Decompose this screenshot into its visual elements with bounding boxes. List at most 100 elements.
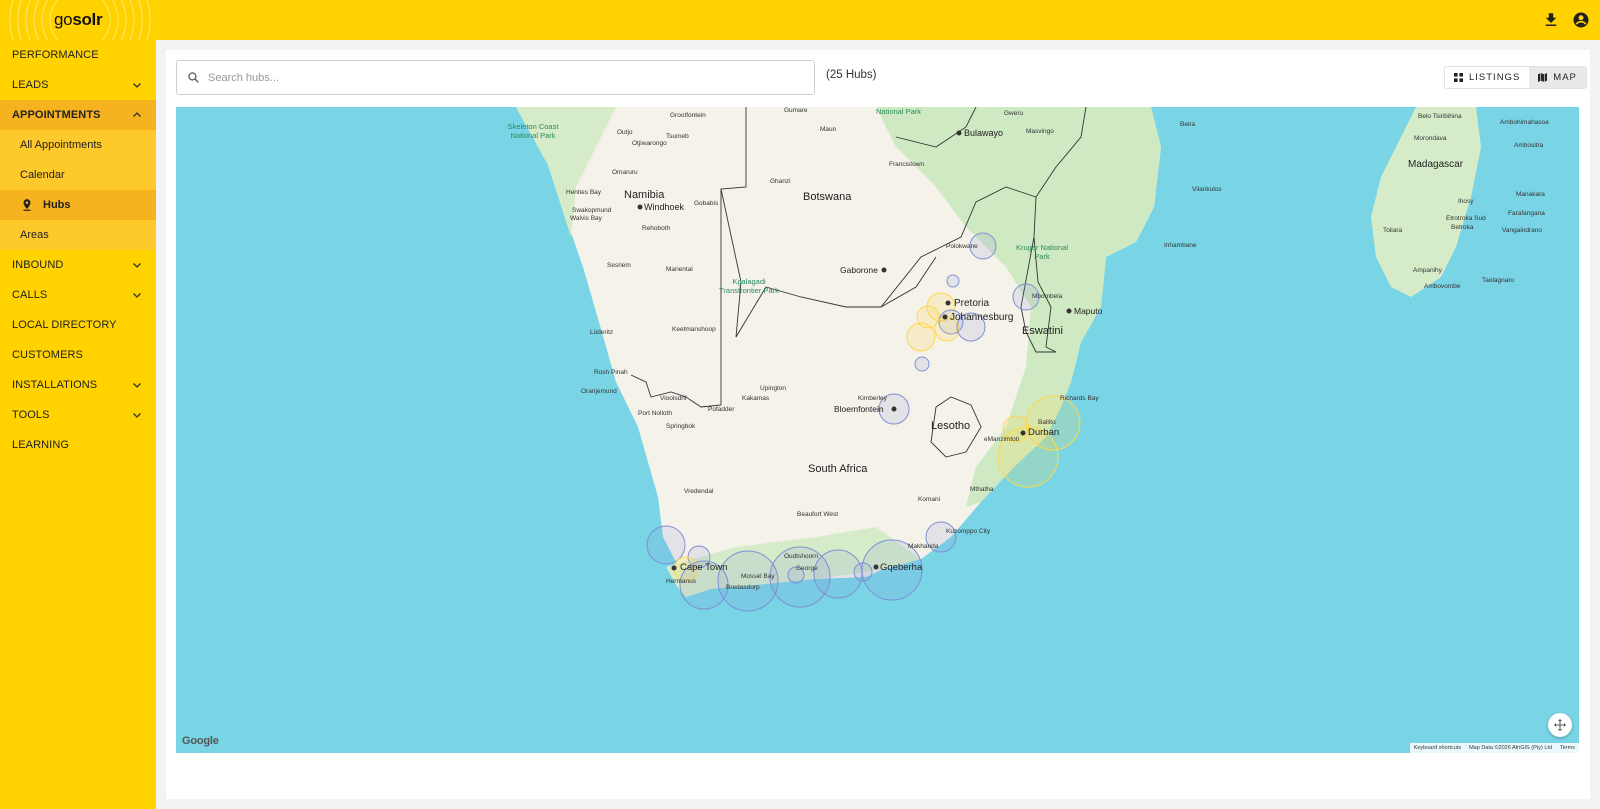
fullscreen-icon	[1554, 719, 1566, 731]
fullscreen-button[interactable]	[1548, 713, 1572, 737]
sidebar-item-tools[interactable]: TOOLS	[0, 400, 156, 430]
map-label-place: Kuzomppo City	[946, 528, 991, 535]
sidebar-subitem-hubs[interactable]: Hubs	[0, 190, 156, 220]
terms-link[interactable]: Terms	[1560, 745, 1575, 751]
map-label-place: Betroka	[1451, 224, 1474, 231]
map-label-place: eManzimtoti	[984, 436, 1020, 443]
map-label-place: Swakopmund	[572, 207, 612, 214]
sidebar-item-customers[interactable]: CUSTOMERS	[0, 340, 156, 370]
sidebar-item-label: PERFORMANCE	[12, 49, 99, 61]
sidebar-item-leads[interactable]: LEADS	[0, 70, 156, 100]
top-bar: gosolr	[0, 0, 1600, 40]
map-label-place: Mbombela	[1032, 293, 1063, 300]
logo[interactable]: gosolr	[0, 0, 156, 40]
map-label-city: Pretoria	[954, 298, 990, 309]
map-label-country: South Africa	[808, 463, 868, 475]
map-label-city: Maputo	[1074, 306, 1103, 316]
map-label: MAP	[1553, 72, 1577, 83]
sidebar-item-appointments[interactable]: APPOINTMENTS	[0, 100, 156, 130]
google-logo: Google	[182, 735, 219, 747]
map-label-place: Vilankulos	[1192, 186, 1222, 193]
map-label-place: Henties Bay	[566, 189, 602, 196]
map-label-place: Otjiwarongo	[632, 140, 667, 147]
map-label-place: Hermanus	[666, 578, 696, 585]
map-label-place: Springbok	[666, 423, 696, 430]
map-label-city: Bulawayo	[964, 128, 1004, 138]
sidebar-item-label: CUSTOMERS	[12, 349, 83, 361]
sidebar-item-inbound[interactable]: INBOUND	[0, 250, 156, 280]
map-label-place: Kimberley	[858, 395, 887, 402]
map-label-place: Richards Bay	[1060, 395, 1099, 402]
map-label-city: Bloemfontein	[834, 404, 884, 414]
map-label-place: Walvis Bay	[570, 215, 602, 222]
map-label-place: Ihosy	[1458, 198, 1474, 205]
map-label-place: Manakara	[1516, 191, 1545, 198]
map-label-place: Sesriem	[607, 262, 631, 269]
map-label-country: Madagascar	[1408, 159, 1464, 170]
sidebar-item-installations[interactable]: INSTALLATIONS	[0, 370, 156, 400]
map-label-place: Makhanda	[908, 543, 939, 550]
sidebar-item-calls[interactable]: CALLS	[0, 280, 156, 310]
sidebar-item-label: INSTALLATIONS	[12, 379, 98, 391]
map-label-place: Tsumeb	[666, 133, 689, 140]
sidebar-item-label: TOOLS	[12, 409, 50, 421]
map-label-place: Vioolsdrif	[660, 395, 687, 402]
map-label-place: Gweru	[1004, 110, 1024, 117]
map-label-park: National Park	[876, 107, 922, 116]
sidebar-item-local-directory[interactable]: LOCAL DIRECTORY	[0, 310, 156, 340]
sidebar: PERFORMANCE LEADS APPOINTMENTS All Appoi…	[0, 40, 156, 809]
keyboard-shortcuts-link[interactable]: Keyboard shortcuts	[1414, 745, 1461, 751]
search-icon	[188, 72, 199, 83]
sidebar-subitem-areas[interactable]: Areas	[0, 220, 156, 250]
map-label-place: Rehoboth	[642, 225, 671, 232]
hub-count: (25 Hubs)	[826, 69, 877, 81]
map-label-place: Keetmanshoop	[672, 326, 716, 333]
map-label-park: Kruger National Park	[1015, 243, 1069, 261]
map-label-place: Ambovombe	[1424, 283, 1461, 290]
sidebar-item-performance[interactable]: PERFORMANCE	[0, 40, 156, 70]
map-view-button[interactable]: MAP	[1529, 67, 1586, 88]
map-label-country: Namibia	[624, 189, 665, 201]
map-label-place: Beira	[1180, 121, 1196, 128]
map-label-city: Gqeberha	[880, 562, 923, 573]
chevron-down-icon	[133, 293, 141, 298]
listings-view-button[interactable]: LISTINGS	[1445, 67, 1530, 88]
sidebar-item-learning[interactable]: LEARNING	[0, 430, 156, 460]
grid-icon	[1454, 73, 1463, 82]
map-label-city: Cape Town	[680, 562, 728, 573]
map-label-place: Maun	[820, 126, 837, 133]
map-label-city: Durban	[1028, 427, 1060, 438]
map-label-place: Lüderitz	[590, 329, 614, 336]
search-box[interactable]	[176, 60, 815, 95]
sidebar-subitem-label: Calendar	[20, 169, 65, 181]
map-pin-icon	[23, 199, 31, 211]
account-icon[interactable]	[1572, 11, 1590, 29]
map-label-place: Outjo	[617, 129, 633, 136]
sidebar-subitem-all-appointments[interactable]: All Appointments	[0, 130, 156, 160]
map-label-country: Eswatini	[1022, 325, 1063, 337]
map-label-place: Morondava	[1414, 135, 1447, 142]
map-base-layer	[516, 107, 1481, 612]
sidebar-subitem-calendar[interactable]: Calendar	[0, 160, 156, 190]
map-label-place: Port Nolloth	[638, 410, 672, 417]
download-icon[interactable]	[1542, 11, 1560, 29]
map-label-place: Etrotroka Sud	[1446, 215, 1486, 222]
chevron-up-icon	[133, 112, 141, 117]
search-input[interactable]	[208, 71, 798, 84]
map-label-place: Oudtshoorn	[784, 553, 818, 560]
map-label-country: Botswana	[803, 191, 852, 203]
map-label-city: Windhoek	[644, 202, 685, 212]
chevron-down-icon	[133, 413, 141, 418]
sidebar-subitem-label: Hubs	[43, 199, 71, 211]
map-label-place: Mariental	[666, 266, 693, 273]
map-label-place: Vangaindrano	[1502, 227, 1542, 234]
map-label-place: Ghanzi	[770, 178, 791, 185]
main-panel: (25 Hubs) LISTINGS MAP	[166, 50, 1590, 799]
map-label-place: Toliara	[1383, 227, 1403, 234]
sidebar-item-label: APPOINTMENTS	[12, 109, 101, 121]
map-label-place: Ambositra	[1514, 142, 1544, 149]
chevron-down-icon	[133, 383, 141, 388]
map-label-country: Lesotho	[931, 420, 971, 432]
map[interactable]: Namibia Botswana South Africa Lesotho Es…	[176, 107, 1579, 753]
map-label-place: Masvingo	[1026, 128, 1054, 135]
